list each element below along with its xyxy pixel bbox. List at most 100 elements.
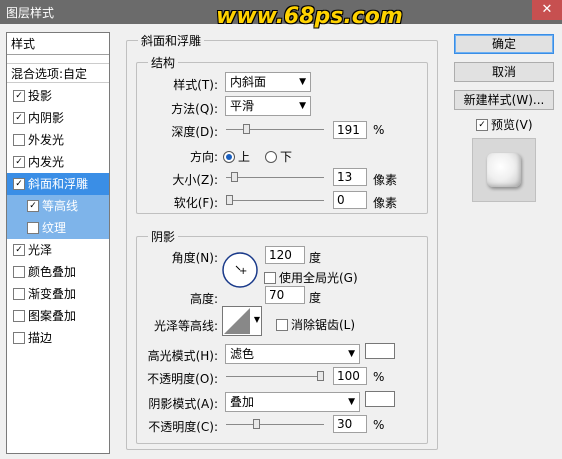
anti-aliased-label: 消除锯齿(L) [291,318,356,332]
checkbox-checked-icon[interactable]: ✓ [13,155,25,168]
shadow-color-swatch[interactable] [365,391,395,407]
sidebar-item[interactable]: 纹理 [7,217,109,239]
chevron-down-icon: ▼ [299,77,306,87]
watermark: www.68ps.com [216,4,403,29]
altitude-unit: 度 [309,291,322,305]
direction-up-label: 上 [238,150,251,164]
bevel-emboss-title: 斜面和浮雕 [138,32,205,49]
technique-label: 方法(Q): [171,102,218,116]
sidebar-item[interactable]: ✓ 光泽 [7,239,109,261]
sidebar-item[interactable]: 外发光 [7,129,109,151]
soften-unit: 像素 [373,196,398,210]
gloss-contour-picker[interactable]: ▼ [222,306,262,336]
style-list: 样式 混合选项:自定 ✓ 投影 ✓ 内阴影 外发光 ✓ 内发光 ✓ 斜面和浮雕 ✓ 等高线 纹理 ✓ 光泽… [6,32,110,454]
preview-option[interactable]: ✓ 预览(V) [476,116,533,133]
technique-select-value: 平滑 [230,99,255,113]
altitude-label: 高度: [189,292,218,306]
chevron-down-icon: ▼ [348,349,355,359]
chevron-down-icon: ▼ [299,101,306,111]
checkbox-icon[interactable] [13,133,25,146]
direction-up-option[interactable]: 上 [223,148,250,165]
angle-input[interactable]: 120 [265,246,305,264]
ok-button[interactable]: 确定 [454,34,554,54]
chevron-down-icon: ▼ [348,397,355,407]
checkbox-icon[interactable] [13,309,25,322]
sidebar-item-label: 纹理 [42,221,67,235]
radio-icon[interactable] [265,150,277,163]
contour-preview-icon [224,308,250,334]
highlight-opacity-track[interactable] [226,376,324,377]
checkbox-icon[interactable] [264,271,276,284]
style-select[interactable]: 内斜面 ▼ [225,72,311,92]
checkbox-checked-icon[interactable]: ✓ [13,111,25,124]
checkbox-icon[interactable] [13,287,25,300]
shadow-opacity-thumb[interactable] [253,419,260,429]
highlight-opacity-thumb[interactable] [317,371,324,381]
angle-label: 角度(N): [171,251,218,265]
size-slider-thumb[interactable] [231,172,238,182]
sidebar-item[interactable]: 描边 [7,327,109,349]
altitude-input[interactable]: 70 [265,286,305,304]
shadow-opacity-input[interactable]: 30 [333,415,367,433]
highlight-opacity-input[interactable]: 100 [333,367,367,385]
sidebar-item[interactable]: 渐变叠加 [7,283,109,305]
soften-slider-thumb[interactable] [226,195,233,205]
size-input[interactable]: 13 [333,168,367,186]
gloss-contour-label: 光泽等高线: [153,319,218,333]
sidebar-item-label: 渐变叠加 [28,287,77,301]
style-preview [472,138,536,202]
new-style-button[interactable]: 新建样式(W)... [454,90,554,110]
use-global-light-option[interactable]: 使用全局光(G) [264,269,358,286]
checkbox-checked-icon[interactable]: ✓ [13,243,25,256]
preview-swatch [487,153,521,187]
sidebar-item-label: 颜色叠加 [28,265,77,279]
blend-options-item[interactable]: 混合选项:自定 [7,63,109,83]
checkbox-checked-icon[interactable]: ✓ [27,199,39,212]
checkbox-checked-icon[interactable]: ✓ [13,177,25,190]
soften-label: 软化(F): [173,196,218,210]
depth-slider-thumb[interactable] [243,124,250,134]
size-label: 大小(Z): [172,173,218,187]
sidebar-item[interactable]: ✓ 投影 [7,85,109,107]
depth-slider-track[interactable] [226,129,324,130]
sidebar-item-label: 内发光 [28,155,65,169]
checkbox-checked-icon[interactable]: ✓ [13,89,25,102]
soften-slider-track[interactable] [226,200,324,201]
highlight-mode-label: 高光模式(H): [147,349,218,363]
sidebar-item[interactable]: 颜色叠加 [7,261,109,283]
sidebar-item[interactable]: 图案叠加 [7,305,109,327]
sidebar-item[interactable]: ✓ 斜面和浮雕 [7,173,109,195]
angle-dial[interactable]: + [221,251,259,289]
close-button[interactable]: ✕ [532,0,562,20]
shadow-mode-select[interactable]: 叠加 ▼ [225,392,360,412]
chevron-down-icon: ▼ [253,315,260,324]
checkbox-checked-icon[interactable]: ✓ [476,118,488,131]
anti-aliased-option[interactable]: 消除锯齿(L) [276,316,355,333]
checkbox-icon[interactable] [276,318,288,331]
styles-header[interactable]: 样式 [7,33,109,55]
sidebar-item-label: 等高线 [42,199,79,213]
sidebar-item[interactable]: ✓ 等高线 [7,195,109,217]
cancel-button[interactable]: 取消 [454,62,554,82]
shadow-opacity-track[interactable] [226,424,324,425]
size-slider-track[interactable] [226,177,324,178]
sidebar-item[interactable]: ✓ 内阴影 [7,107,109,129]
highlight-mode-select[interactable]: 滤色 ▼ [225,344,360,364]
shadow-opacity-label: 不透明度(C): [148,420,218,434]
checkbox-icon[interactable] [13,265,25,278]
depth-label: 深度(D): [171,125,218,139]
sidebar-item-label: 描边 [28,331,53,345]
technique-select[interactable]: 平滑 ▼ [225,96,311,116]
radio-selected-icon[interactable] [223,150,235,163]
checkbox-icon[interactable] [13,331,25,344]
window-title: 图层样式 [6,6,55,20]
direction-label: 方向: [189,150,218,164]
highlight-color-swatch[interactable] [365,343,395,359]
direction-down-option[interactable]: 下 [265,148,292,165]
checkbox-icon[interactable] [27,221,39,234]
sidebar-item-label: 外发光 [28,133,65,147]
soften-input[interactable]: 0 [333,191,367,209]
sidebar-item[interactable]: ✓ 内发光 [7,151,109,173]
highlight-opacity-label: 不透明度(O): [147,372,218,386]
depth-input[interactable]: 191 [333,121,367,139]
